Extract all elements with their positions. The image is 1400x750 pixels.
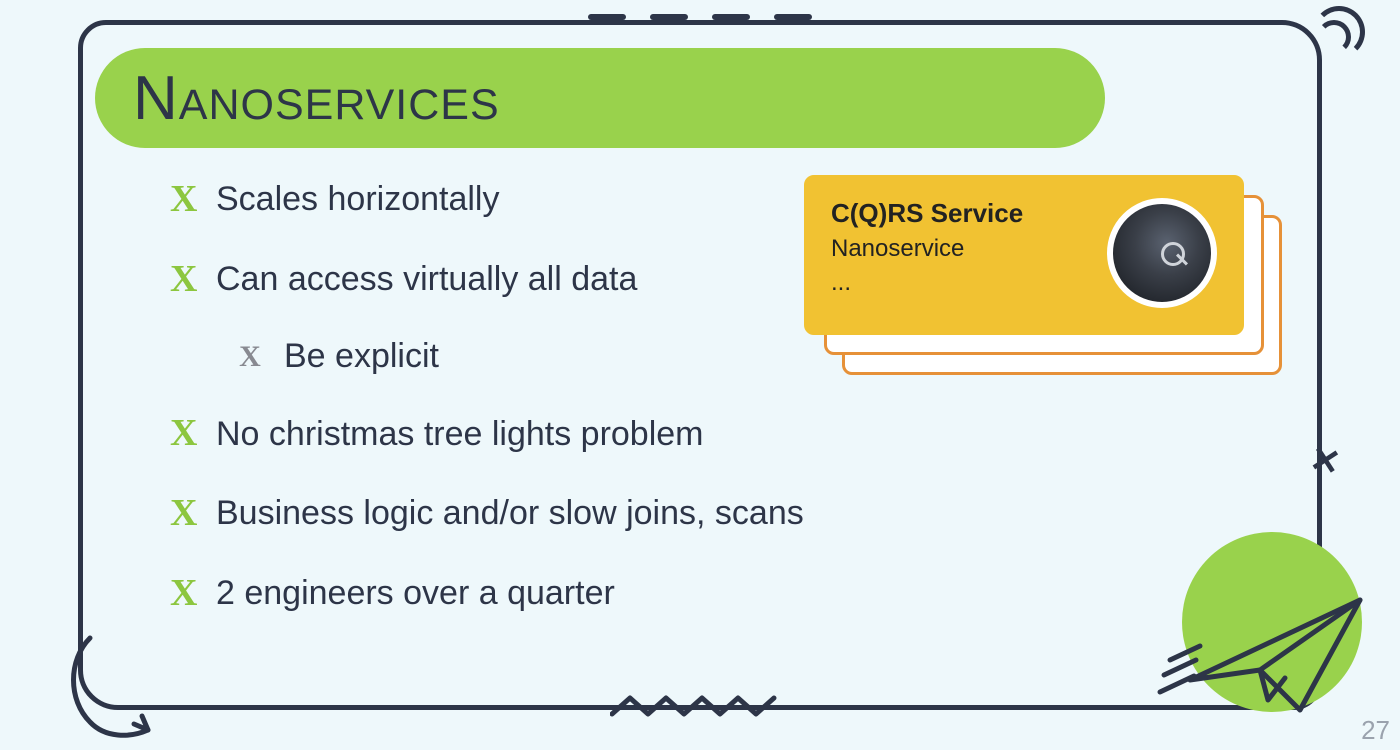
card-title: C(Q)RS Service xyxy=(831,198,1107,229)
service-card: C(Q)RS Service Nanoservice ... xyxy=(804,175,1244,335)
check-x-icon: X xyxy=(170,492,194,536)
frame-top-dashes xyxy=(588,14,812,20)
squiggle-icon xyxy=(610,694,790,720)
title-pill: Nanoservices xyxy=(95,48,1105,148)
corner-arcs-icon xyxy=(1295,2,1365,72)
curly-arrow-icon xyxy=(60,630,160,750)
slide-title: Nanoservices xyxy=(133,63,500,134)
paper-plane-icon xyxy=(1150,560,1380,720)
check-x-icon: X xyxy=(170,412,194,456)
slide: Nanoservices X Scales horizontally X Can… xyxy=(0,0,1400,750)
keyboard-key-icon xyxy=(1107,198,1217,308)
check-x-icon: X xyxy=(170,258,194,302)
bullet-item: X 2 engineers over a quarter xyxy=(170,572,1280,616)
page-number: 27 xyxy=(1361,715,1390,746)
card-subtitle: Nanoservice xyxy=(831,235,1107,263)
bullet-text: No christmas tree lights problem xyxy=(216,415,704,454)
bullet-item: X Business logic and/or slow joins, scan… xyxy=(170,492,1280,536)
check-x-icon: X xyxy=(238,340,262,375)
bullet-text: Scales horizontally xyxy=(216,180,499,219)
bullet-text: Business logic and/or slow joins, scans xyxy=(216,494,804,533)
bullet-text: Be explicit xyxy=(284,337,439,376)
bullet-text: 2 engineers over a quarter xyxy=(216,574,615,613)
check-x-icon: X xyxy=(170,572,194,616)
bullet-item: X No christmas tree lights problem xyxy=(170,412,1280,456)
check-x-icon: X xyxy=(170,178,194,222)
service-card-stack: C(Q)RS Service Nanoservice ... xyxy=(802,175,1282,385)
bullet-text: Can access virtually all data xyxy=(216,260,637,299)
card-more: ... xyxy=(831,269,1107,297)
